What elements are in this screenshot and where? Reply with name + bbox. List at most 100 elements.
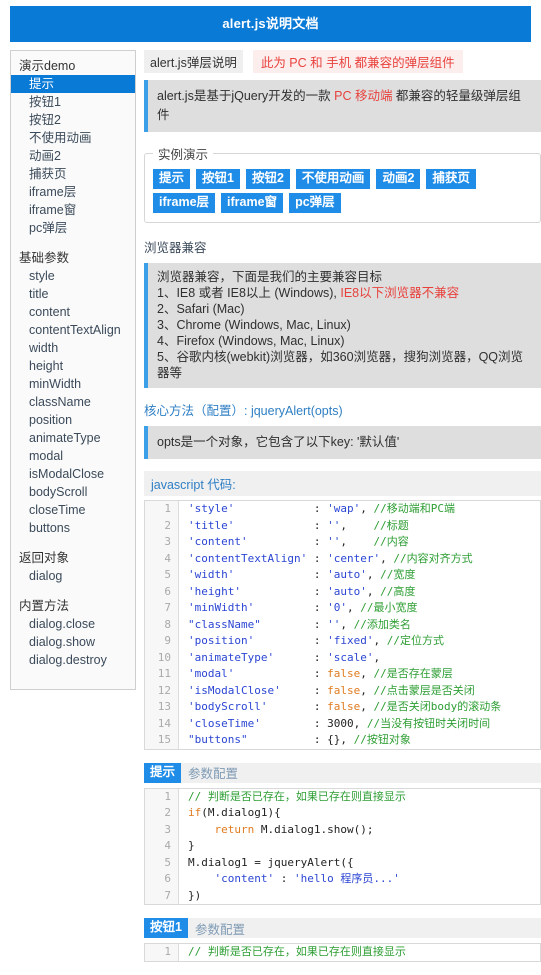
compat-line-1-pre: 1、IE8 或者 IE8以上 (Windows), — [157, 286, 341, 300]
sidebar: 演示demo 提示 按钮1 按钮2 不使用动画 动画2 捕获页 iframe层 iframe窗 p… — [10, 50, 136, 690]
code-line-text: }) — [179, 887, 540, 904]
sidebar-item-14-g1[interactable]: buttons — [11, 519, 135, 537]
demo-button-0[interactable]: 提示 — [153, 169, 191, 189]
sidebar-item-3-g1[interactable]: contentTextAlign — [11, 321, 135, 339]
code-token-com: //标题 — [346, 518, 409, 532]
sidebar-item-0-g0[interactable]: 提示 — [11, 75, 135, 93]
demo-button-5[interactable]: 捕获页 — [426, 169, 476, 189]
section-tag-btn1[interactable]: 按钮1 — [144, 918, 188, 938]
sidebar-item-1-g0[interactable]: 按钮1 — [11, 93, 135, 111]
sidebar-group-title: 基础参数 — [19, 251, 70, 265]
code-token-key: false — [327, 667, 361, 680]
code-line: 2'title' : '', //标题 — [145, 517, 540, 534]
sidebar-item-7-g1[interactable]: className — [11, 393, 135, 411]
sidebar-group-title: 内置方法 — [19, 599, 70, 613]
sidebar-item-6-g0[interactable]: iframe层 — [11, 183, 135, 201]
code-line-number: 2 — [145, 517, 179, 534]
code-token-pun: , — [340, 518, 347, 532]
demo-button-8[interactable]: pc弹层 — [289, 193, 341, 213]
intro-tag: alert.js弹层说明 — [144, 50, 243, 73]
code-token-str: 'contentTextAlign' — [188, 551, 308, 565]
sidebar-item-1-g3[interactable]: dialog.show — [11, 633, 135, 651]
demo-button-2[interactable]: 按钮2 — [245, 169, 290, 189]
sidebar-item-5-g1[interactable]: height — [11, 357, 135, 375]
sidebar-item-0-g2[interactable]: dialog — [11, 567, 135, 585]
sidebar-item-8-g0[interactable]: pc弹层 — [11, 219, 135, 237]
code-token-pun: M.dialog1.show(); — [254, 822, 374, 836]
sidebar-item-3-g0[interactable]: 不使用动画 — [11, 129, 135, 147]
code-token-str: 'auto' — [327, 568, 367, 581]
code-line-number: 10 — [145, 649, 179, 666]
code-line-number: 7 — [145, 887, 179, 904]
code-line: 13'bodyScroll' : false, //是否关闭body的滚动条 — [145, 699, 540, 716]
sidebar-item-12-g1[interactable]: bodyScroll — [11, 483, 135, 501]
demo-button-group: 提示 按钮1 按钮2 不使用动画 动画2 捕获页 iframe层 iframe窗 pc弹层 — [153, 167, 532, 213]
sidebar-item-0-g1[interactable]: style — [11, 267, 135, 285]
code-token-str: 'animateType' — [188, 650, 275, 664]
code-line-number: 9 — [145, 633, 179, 650]
code-token-com: //添加类名 — [346, 617, 411, 631]
code-line-number: 6 — [145, 871, 179, 888]
code-line-text: // 判断是否已存在，如果已存在则直接显示 — [179, 944, 540, 961]
code-line-number: 2 — [145, 805, 179, 822]
sidebar-item-4-g1[interactable]: width — [11, 339, 135, 357]
sidebar-item-6-g1[interactable]: minWidth — [11, 375, 135, 393]
demo-button-4[interactable]: 动画2 — [376, 169, 421, 189]
code-token-str: 'wap' — [327, 502, 361, 515]
code-line-text: 'bodyScroll' : false, //是否关闭body的滚动条 — [179, 699, 540, 716]
sidebar-item-0-g3[interactable]: dialog.close — [11, 615, 135, 633]
section-sub-btn1: 参数配置 — [194, 922, 245, 937]
sidebar-item-13-g1[interactable]: closeTime — [11, 501, 135, 519]
code-block-tip[interactable]: 1// 判断是否已存在，如果已存在则直接显示 2 if(M.dialog1){3 r… — [144, 787, 541, 905]
code-token-str: 'center' — [327, 551, 381, 565]
demo-button-3[interactable]: 不使用动画 — [295, 169, 371, 189]
demo-legend: 实例演示 — [158, 148, 209, 162]
sidebar-item-11-g1[interactable]: isModalClose — [11, 465, 135, 483]
code-line-number: 1 — [145, 788, 179, 805]
code-line: 1 // 判断是否已存在，如果已存在则直接显示 — [145, 944, 540, 961]
code-token-str: '' — [327, 535, 341, 548]
code-block-btn1[interactable]: 1 // 判断是否已存在，如果已存在则直接显示 — [144, 943, 541, 962]
code-block-options[interactable]: 1'style' : 'wap', //移动端和PC端 2'title' : ''… — [144, 500, 541, 750]
code-token-str: 'scale' — [327, 650, 374, 664]
code-token-pun: : — [234, 667, 328, 680]
demo-button-6[interactable]: iframe层 — [153, 193, 216, 213]
sidebar-item-7-g0[interactable]: iframe窗 — [11, 201, 135, 219]
sidebar-item-2-g3[interactable]: dialog.destroy — [11, 651, 135, 669]
compat-title: 浏览器兼容 — [144, 241, 207, 255]
code-token-pun: : — [267, 700, 328, 713]
sidebar-item-8-g1[interactable]: position — [11, 411, 135, 429]
code-token-pun: {}, — [327, 733, 347, 746]
code-token-str: 'isModalClose' — [188, 683, 281, 697]
code-line: 7'minWidth' : '0', //最小宽度 — [145, 600, 540, 617]
code-token-str: 'position' — [188, 634, 255, 647]
code-line-text: 'title' : '', //标题 — [179, 517, 540, 534]
sidebar-item-10-g1[interactable]: modal — [11, 447, 135, 465]
code-line-text: 'modal' : false, //是否存在蒙层 — [179, 666, 540, 683]
code-line-text: 'closeTime' : 3000, //当没有按钮时关闭时间 — [179, 715, 540, 732]
code-token-pun: M.dialog1 = jqueryAlert({ — [188, 855, 354, 869]
code-line: 14'closeTime' : 3000, //当没有按钮时关闭时间 — [145, 715, 540, 732]
code-token-str: 'auto' — [327, 584, 367, 598]
intro-quote-pre: alert.js是基于jQuery开发的一款 — [157, 89, 335, 103]
code-line: 4} — [145, 838, 540, 855]
code-line-number: 3 — [145, 821, 179, 838]
sidebar-item-5-g0[interactable]: 捕获页 — [11, 165, 135, 183]
code-token-pun — [188, 823, 215, 836]
sidebar-item-9-g1[interactable]: animateType — [11, 429, 135, 447]
code-token-str: '' — [327, 518, 341, 532]
code-line: 2 if(M.dialog1){ — [145, 805, 540, 822]
code-token-pun: , — [380, 551, 387, 565]
section-tag-tip[interactable]: 提示 — [144, 762, 182, 783]
code-token-com: //点击蒙层是否关闭 — [366, 683, 475, 697]
demo-button-7[interactable]: iframe窗 — [221, 193, 284, 213]
sidebar-item-4-g0[interactable]: 动画2 — [11, 147, 135, 165]
sidebar-item-2-g1[interactable]: content — [11, 303, 135, 321]
sidebar-item-1-g1[interactable]: title — [11, 285, 135, 303]
code-token-com: //移动端和PC端 — [366, 502, 455, 515]
code-token-str: 'title' — [188, 518, 235, 532]
sidebar-item-2-g0[interactable]: 按钮2 — [11, 111, 135, 129]
code-token-key: false — [327, 683, 361, 697]
demo-button-1[interactable]: 按钮1 — [196, 169, 240, 189]
code-token-pun: : — [240, 584, 328, 598]
